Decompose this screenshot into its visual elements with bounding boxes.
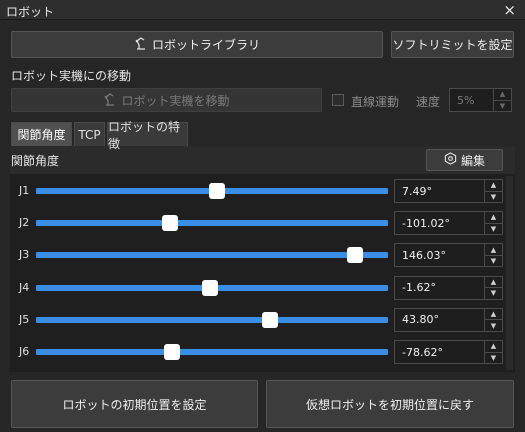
increment-icon[interactable]: ▲ <box>485 277 502 288</box>
soft-limit-button[interactable]: ソフトリミットを設定 <box>391 31 514 58</box>
joints-scrollbar[interactable] <box>506 176 513 370</box>
tab-joint-angles[interactable]: 関節角度 <box>11 122 72 146</box>
speed-increment-icon[interactable]: ▲ <box>494 89 511 100</box>
joint-value-spinbox[interactable]: -1.62° ▲ ▼ <box>394 275 503 300</box>
robot-arm-icon <box>103 92 117 109</box>
joint-value: 146.03° <box>402 248 446 262</box>
joint-label: J4 <box>19 280 30 294</box>
joint-value: 43.80° <box>402 313 439 327</box>
tab-tcp[interactable]: TCP <box>74 122 105 146</box>
increment-icon[interactable]: ▲ <box>485 180 502 191</box>
joint-value-spinbox[interactable]: 43.80° ▲ ▼ <box>394 307 503 332</box>
joint-value-spinbox[interactable]: -78.62° ▲ ▼ <box>394 340 503 364</box>
joint-slider-track[interactable] <box>36 349 388 355</box>
increment-icon[interactable]: ▲ <box>485 212 502 223</box>
increment-icon[interactable]: ▲ <box>485 244 502 255</box>
title-bar: ロボット × <box>0 0 525 20</box>
move-robot-button[interactable]: ロボット実機を移動 <box>11 88 322 112</box>
joint-value: -1.62° <box>402 281 436 295</box>
joint-label: J5 <box>19 312 30 326</box>
joint-slider-track[interactable] <box>36 252 388 259</box>
set-initial-position-button[interactable]: ロボットの初期位置を設定 <box>11 380 258 428</box>
joint-label: J6 <box>19 345 30 358</box>
joint-value-spinbox[interactable]: -101.02° ▲ ▼ <box>394 211 503 236</box>
robot-arm-icon <box>134 36 148 53</box>
decrement-icon[interactable]: ▼ <box>485 319 502 331</box>
joint-value: 7.49° <box>402 184 432 198</box>
joint-angles-heading: 関節角度 <box>11 154 60 168</box>
linear-motion-checkbox[interactable] <box>332 94 344 106</box>
reset-virtual-robot-label: 仮想ロボットを初期位置に戻す <box>305 397 474 412</box>
joint-slider-thumb[interactable] <box>346 247 363 264</box>
joint-slider-thumb[interactable] <box>262 311 279 328</box>
joint-value-spinbox[interactable]: 146.03° ▲ ▼ <box>394 243 503 268</box>
soft-limit-label: ソフトリミットを設定 <box>392 38 513 52</box>
joint-slider-track[interactable] <box>36 220 388 227</box>
hexagon-gear-icon <box>444 152 457 168</box>
move-robot-label: ロボット実機を移動 <box>121 93 230 108</box>
joint-slider-track[interactable] <box>36 316 388 323</box>
window-title: ロボット <box>6 5 55 19</box>
speed-value: 5% <box>457 93 475 107</box>
joint-slider-thumb[interactable] <box>209 183 226 199</box>
joint-value: -78.62° <box>402 345 443 359</box>
decrement-icon[interactable]: ▼ <box>485 222 502 235</box>
speed-decrement-icon[interactable]: ▼ <box>494 99 511 112</box>
joint-slider-thumb[interactable] <box>201 279 218 296</box>
tab-robot-features[interactable]: ロボットの特徴 <box>107 120 188 151</box>
set-initial-position-label: ロボットの初期位置を設定 <box>62 397 207 412</box>
speed-label: 速度 <box>416 95 441 109</box>
decrement-icon[interactable]: ▼ <box>485 287 502 299</box>
edit-label: 編集 <box>460 153 485 168</box>
linear-motion-label: 直線運動 <box>351 95 400 109</box>
speed-spinbox[interactable]: 5% ▲ ▼ <box>449 88 512 112</box>
joint-label: J2 <box>19 216 30 230</box>
decrement-icon[interactable]: ▼ <box>485 190 502 203</box>
joint-label: J3 <box>19 248 30 262</box>
close-icon[interactable]: × <box>503 1 516 19</box>
joint-label: J1 <box>19 184 30 197</box>
joint-value: -101.02° <box>402 216 450 230</box>
increment-icon[interactable]: ▲ <box>485 341 502 352</box>
joint-value-spinbox[interactable]: 7.49° ▲ ▼ <box>394 179 503 203</box>
edit-button[interactable]: 編集 <box>426 149 503 171</box>
robot-library-label: ロボットライブラリ <box>151 38 260 52</box>
robot-library-button[interactable]: ロボットライブラリ <box>11 31 383 58</box>
increment-icon[interactable]: ▲ <box>485 309 502 320</box>
move-section-heading: ロボット実機にの移動 <box>11 69 132 83</box>
joint-slider-thumb[interactable] <box>163 344 180 360</box>
reset-virtual-robot-button[interactable]: 仮想ロボットを初期位置に戻す <box>266 380 514 428</box>
decrement-icon[interactable]: ▼ <box>485 351 502 364</box>
decrement-icon[interactable]: ▼ <box>485 254 502 267</box>
joint-slider-thumb[interactable] <box>162 215 179 232</box>
